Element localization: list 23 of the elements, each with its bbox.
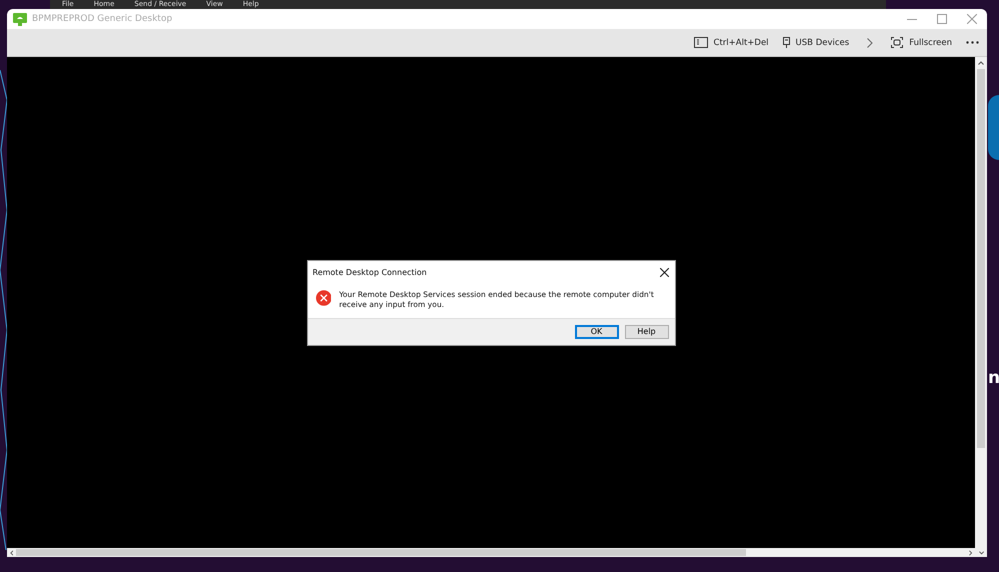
dialog-title: Remote Desktop Connection — [312, 268, 427, 277]
close-icon[interactable] — [660, 268, 668, 277]
more-icon[interactable] — [966, 41, 979, 44]
desktop-text: n — [988, 368, 999, 388]
fullscreen-button[interactable]: Fullscreen — [891, 35, 952, 50]
chevron-icon[interactable] — [867, 38, 874, 48]
monitor-icon — [13, 12, 27, 26]
scroll-left-icon[interactable] — [10, 550, 14, 556]
scroll-down-icon[interactable] — [978, 550, 984, 554]
horizontal-scrollbar[interactable] — [7, 548, 987, 557]
keyboard-icon — [694, 37, 708, 48]
fullscreen-icon — [891, 37, 904, 48]
scroll-up-icon[interactable] — [978, 61, 984, 65]
keyboard-button[interactable]: Ctrl+Alt+Del — [694, 35, 769, 50]
usb-icon — [782, 37, 790, 48]
usb-button[interactable]: USB Devices — [782, 35, 850, 50]
maximize-icon[interactable] — [937, 14, 947, 24]
dialog-button[interactable]: OK — [574, 324, 618, 338]
dialog-button[interactable]: Help — [624, 324, 668, 338]
error-icon — [316, 288, 332, 308]
scroll-right-icon[interactable] — [969, 550, 973, 556]
window-title: BPMPREPROD Generic Desktop — [32, 14, 172, 24]
vertical-scrollbar[interactable] — [975, 57, 987, 548]
